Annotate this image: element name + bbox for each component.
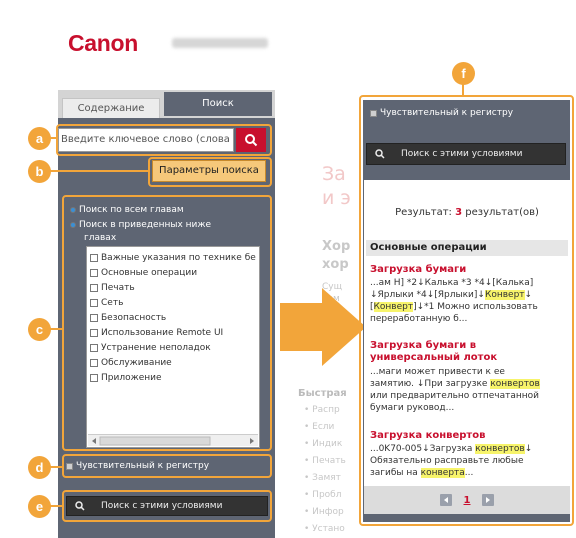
bg-bullet: • Инфор bbox=[304, 507, 344, 517]
highlight-frame-e bbox=[62, 490, 272, 522]
tab-contents[interactable]: Содержание bbox=[62, 98, 160, 118]
bg-bullet: • Замят bbox=[304, 473, 341, 483]
bg-bullet: • Распр bbox=[304, 405, 340, 415]
callout-leader bbox=[50, 328, 64, 330]
callout-a: a bbox=[28, 127, 51, 150]
bg-bullet: • Индик bbox=[304, 439, 343, 449]
bg-bullet: • Если bbox=[304, 422, 335, 432]
transition-arrow bbox=[280, 303, 324, 351]
bg-bullet: • Печать bbox=[304, 456, 346, 466]
callout-d: d bbox=[28, 456, 51, 479]
bg-title: За и э bbox=[322, 163, 351, 209]
callout-leader bbox=[50, 505, 64, 507]
bg-bullet: • Устано bbox=[304, 524, 345, 534]
canon-logo: Canon bbox=[68, 30, 139, 56]
highlight-frame-c bbox=[62, 195, 272, 451]
callout-b: b bbox=[28, 160, 51, 183]
highlight-frame-f bbox=[359, 95, 574, 526]
bg-subtitle: Хор хор bbox=[322, 239, 351, 272]
callout-leader bbox=[50, 170, 150, 172]
bg-heading: Быстрая bbox=[298, 388, 347, 399]
bg-bullet: • Пробл bbox=[304, 490, 342, 500]
callout-f: f bbox=[452, 62, 475, 85]
callout-leader bbox=[50, 466, 64, 468]
header-blurred-text bbox=[172, 38, 268, 48]
highlight-frame-a bbox=[56, 124, 272, 156]
callout-leader bbox=[462, 84, 464, 96]
highlight-frame-b bbox=[148, 157, 272, 187]
highlight-frame-d bbox=[62, 454, 272, 478]
callout-leader bbox=[50, 137, 58, 139]
callout-c: c bbox=[28, 318, 51, 341]
tab-search[interactable]: Поиск bbox=[164, 92, 272, 116]
callout-e: e bbox=[28, 495, 51, 518]
